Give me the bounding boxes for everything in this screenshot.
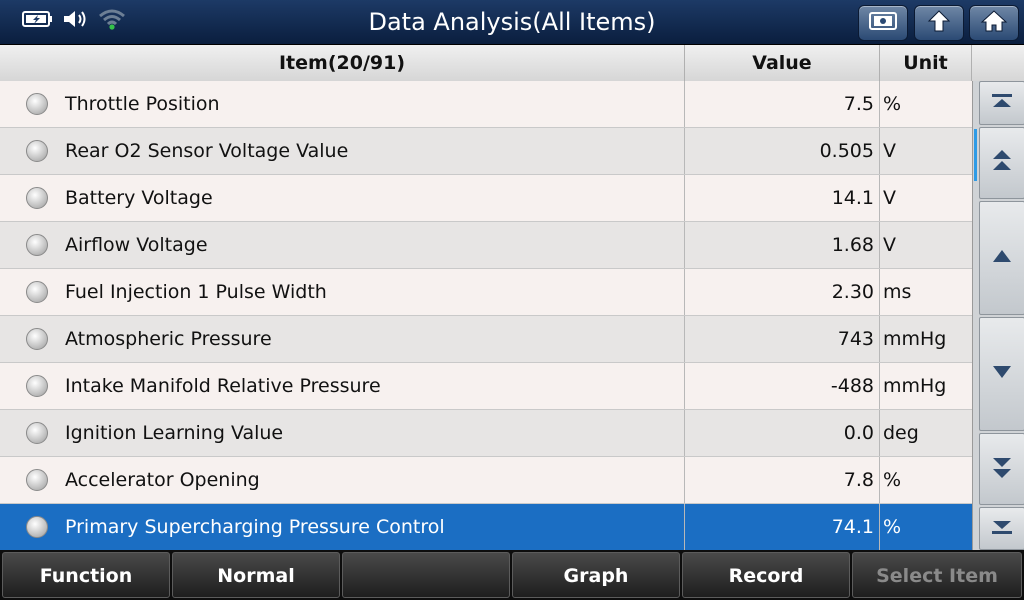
- item-name: Intake Manifold Relative Pressure: [65, 375, 381, 397]
- radio-button-icon[interactable]: [26, 281, 48, 303]
- table-row[interactable]: Fuel Injection 1 Pulse Width 2.30 ms: [0, 269, 972, 316]
- radio-button-icon[interactable]: [26, 328, 48, 350]
- page-down-icon: [990, 454, 1014, 484]
- radio-button-icon[interactable]: [26, 187, 48, 209]
- table-row[interactable]: Ignition Learning Value 0.0 deg: [0, 410, 972, 457]
- scroll-position-indicator: [974, 129, 977, 181]
- scroll-top-button[interactable]: [979, 81, 1024, 125]
- scroll-bottom-button[interactable]: [979, 507, 1024, 550]
- radio-button-icon[interactable]: [26, 140, 48, 162]
- item-name: Fuel Injection 1 Pulse Width: [65, 281, 327, 303]
- table-row[interactable]: Primary Supercharging Pressure Control 74…: [0, 504, 972, 551]
- graph-button[interactable]: Graph: [512, 552, 680, 598]
- home-icon: [980, 9, 1008, 37]
- item-name: Ignition Learning Value: [65, 422, 284, 444]
- function-button[interactable]: Function: [2, 552, 170, 598]
- item-name: Rear O2 Sensor Voltage Value: [65, 140, 349, 162]
- item-name: Accelerator Opening: [65, 469, 260, 491]
- scroll-top-icon: [990, 92, 1014, 114]
- radio-button-icon[interactable]: [26, 422, 48, 444]
- table-row[interactable]: Throttle Position 7.5%: [0, 81, 972, 128]
- line-down-button[interactable]: [979, 317, 1024, 431]
- column-header-value: Value: [685, 45, 880, 81]
- item-value: 74.1: [684, 504, 874, 550]
- item-value: 2.30: [684, 269, 874, 315]
- item-unit: V: [879, 222, 972, 268]
- item-unit: %: [879, 504, 972, 550]
- item-unit: V: [879, 128, 972, 174]
- scroll-bottom-icon: [990, 518, 1014, 540]
- scroll-panel: [972, 81, 1024, 550]
- table-row[interactable]: Battery Voltage 14.1 V: [0, 175, 972, 222]
- item-unit: V: [879, 175, 972, 221]
- item-name: Atmospheric Pressure: [65, 328, 272, 350]
- item-value: -488: [684, 363, 874, 409]
- table-header: Item(20/91) Value Unit: [0, 45, 1024, 82]
- radio-button-icon[interactable]: [26, 375, 48, 397]
- normal-button[interactable]: Normal: [172, 552, 340, 598]
- radio-button-icon[interactable]: [26, 93, 48, 115]
- data-table: Throttle Position 7.5% Rear O2 Sensor Volt…: [0, 81, 972, 551]
- item-unit: ms: [879, 269, 972, 315]
- screenshot-icon: [868, 10, 898, 36]
- radio-button-icon[interactable]: [26, 234, 48, 256]
- item-value: 1.68: [684, 222, 874, 268]
- select-item-button[interactable]: Select Item: [852, 552, 1022, 598]
- page-down-button[interactable]: [979, 433, 1024, 505]
- item-unit: deg: [879, 410, 972, 456]
- item-name: Airflow Voltage: [65, 234, 208, 256]
- table-row[interactable]: Rear O2 Sensor Voltage Value 0.505 V: [0, 128, 972, 175]
- item-value: 0.0: [684, 410, 874, 456]
- line-up-button[interactable]: [979, 201, 1024, 315]
- table-row[interactable]: Accelerator Opening 7.8%: [0, 457, 972, 504]
- screenshot-button[interactable]: [858, 5, 908, 41]
- table-row[interactable]: Airflow Voltage 1.68 V: [0, 222, 972, 269]
- item-name: Battery Voltage: [65, 187, 213, 209]
- item-value: 0.505: [684, 128, 874, 174]
- table-row[interactable]: Atmospheric Pressure 743 mmHg: [0, 316, 972, 363]
- column-header-item: Item(20/91): [0, 45, 685, 81]
- function-bar: Function Normal Graph Record Select Item: [0, 550, 1024, 600]
- empty-function-button[interactable]: [342, 552, 510, 598]
- table-row[interactable]: Intake Manifold Relative Pressure -488 mmH…: [0, 363, 972, 410]
- item-name: Throttle Position: [65, 93, 220, 115]
- column-header-unit: Unit: [880, 45, 972, 81]
- page-up-button[interactable]: [979, 127, 1024, 199]
- home-button[interactable]: [969, 5, 1019, 41]
- back-button[interactable]: [914, 5, 964, 41]
- line-up-icon: [990, 248, 1014, 268]
- item-unit: mmHg: [879, 363, 972, 409]
- line-down-icon: [990, 364, 1014, 384]
- item-value: 14.1: [684, 175, 874, 221]
- item-unit: mmHg: [879, 316, 972, 362]
- item-value: 743: [684, 316, 874, 362]
- item-name: Primary Supercharging Pressure Control: [65, 516, 445, 538]
- radio-button-icon[interactable]: [26, 516, 48, 538]
- title-bar: Data Analysis(All Items): [0, 0, 1024, 45]
- record-button[interactable]: Record: [682, 552, 850, 598]
- item-value: 7.5: [684, 81, 874, 127]
- page-up-icon: [990, 148, 1014, 178]
- item-unit: %: [879, 457, 972, 503]
- radio-button-icon[interactable]: [26, 469, 48, 491]
- item-unit: %: [879, 81, 972, 127]
- item-value: 7.8: [684, 457, 874, 503]
- back-icon: [925, 9, 953, 37]
